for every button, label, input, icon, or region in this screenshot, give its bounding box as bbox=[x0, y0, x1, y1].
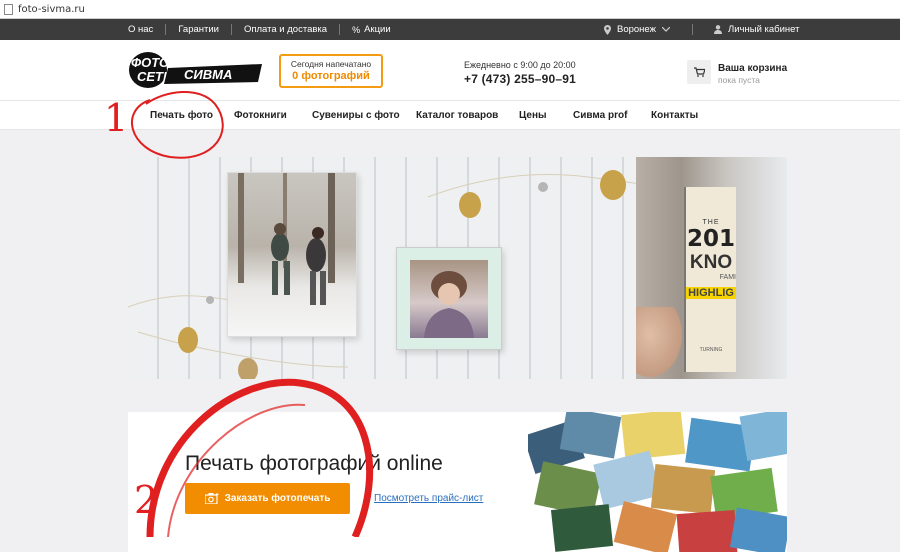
topbar-link-promo[interactable]: % Акции bbox=[352, 24, 391, 35]
child-portrait-photo bbox=[396, 247, 502, 350]
hand-image bbox=[636, 307, 682, 377]
book-tag: HIGHLIG bbox=[686, 287, 736, 299]
phone-number[interactable]: +7 (473) 255–90–91 bbox=[464, 72, 576, 86]
book-turning: TURNING bbox=[699, 347, 723, 353]
camera-plus-icon bbox=[204, 493, 219, 504]
divider bbox=[692, 24, 693, 35]
price-list-link[interactable]: Посмотреть прайс-лист bbox=[374, 493, 483, 504]
order-print-button-label: Заказать фотопечать bbox=[224, 493, 331, 504]
topbar-link-about[interactable]: О нас bbox=[128, 24, 153, 35]
card-title: Печать фотографий online bbox=[185, 452, 443, 475]
top-bar: О нас Гарантии Оплата и доставка % Акции… bbox=[0, 19, 900, 40]
logo-text-brand: СИВМА bbox=[184, 67, 232, 82]
nav-item-souvenirs[interactable]: Сувениры с фото bbox=[312, 101, 400, 131]
city-name: Воронеж bbox=[617, 24, 656, 35]
book-word: KNO bbox=[689, 252, 733, 273]
logo-text-foto: ФОТО bbox=[131, 55, 169, 70]
printed-today-label: Сегодня напечатано bbox=[290, 59, 372, 69]
page-icon bbox=[4, 3, 13, 15]
order-print-button[interactable]: Заказать фотопечать bbox=[185, 483, 350, 514]
chevron-down-icon bbox=[661, 27, 670, 32]
photobook-image: THE 201 KNO FAMI HIGHLIG TURNING bbox=[636, 157, 787, 379]
topbar-link-guarantee[interactable]: Гарантии bbox=[178, 24, 219, 35]
book-fami: FAMI bbox=[719, 274, 736, 281]
nav-item-sivma-prof[interactable]: Сивма prof bbox=[573, 101, 627, 131]
photobook-cover: THE 201 KNO FAMI HIGHLIG TURNING bbox=[684, 187, 736, 372]
nav-item-contacts[interactable]: Контакты bbox=[651, 101, 698, 131]
topbar-link-payment[interactable]: Оплата и доставка bbox=[244, 24, 327, 35]
printed-today-count: 0 фотографий bbox=[292, 70, 370, 82]
book-year: 201 bbox=[686, 226, 735, 252]
percent-icon: % bbox=[352, 24, 361, 35]
city-selector[interactable]: Воронеж bbox=[604, 19, 670, 40]
divider bbox=[165, 24, 167, 35]
printed-today-box: Сегодня напечатано 0 фотографий bbox=[279, 54, 383, 88]
working-hours: Ежедневно с 9:00 до 20:00 bbox=[464, 60, 576, 70]
cart-button[interactable] bbox=[687, 60, 711, 84]
site-logo[interactable]: ФОТО СЕТЬ СИВМА bbox=[128, 50, 262, 90]
browser-address-bar[interactable]: foto-sivma.ru bbox=[0, 0, 900, 19]
user-icon bbox=[714, 25, 722, 34]
annotation-number-2: 2 bbox=[134, 478, 159, 522]
cart-title[interactable]: Ваша корзина bbox=[718, 63, 787, 74]
hero-banner[interactable]: THE 201 KNO FAMI HIGHLIG TURNING bbox=[128, 157, 787, 379]
cart-status: пока пуста bbox=[718, 75, 760, 85]
url-text[interactable]: foto-sivma.ru bbox=[18, 4, 85, 15]
main-nav: Печать фото Фотокниги Сувениры с фото Ка… bbox=[0, 100, 900, 130]
nav-item-photo-print[interactable]: Печать фото bbox=[150, 101, 213, 131]
divider bbox=[339, 24, 341, 35]
nav-item-prices[interactable]: Цены bbox=[519, 101, 547, 131]
location-pin-icon bbox=[604, 24, 611, 35]
winter-couple-photo bbox=[227, 172, 357, 337]
nav-item-catalog[interactable]: Каталог товаров bbox=[416, 101, 498, 131]
site-header: ФОТО СЕТЬ СИВМА Сегодня напечатано 0 фот… bbox=[0, 40, 900, 100]
book-prefix: THE bbox=[702, 219, 720, 226]
divider bbox=[230, 24, 232, 35]
photo-collage-image bbox=[528, 412, 787, 552]
cart-icon bbox=[693, 67, 705, 77]
photo-print-card: Печать фотографий online Заказать фотопе… bbox=[128, 412, 787, 552]
personal-cabinet-link[interactable]: Личный кабинет bbox=[714, 19, 799, 40]
topbar-link-promo-label: Акции bbox=[364, 24, 391, 35]
annotation-number-1: 1 bbox=[104, 96, 129, 140]
personal-cabinet-label: Личный кабинет bbox=[728, 24, 800, 35]
nav-item-photobooks[interactable]: Фотокниги bbox=[234, 101, 287, 131]
